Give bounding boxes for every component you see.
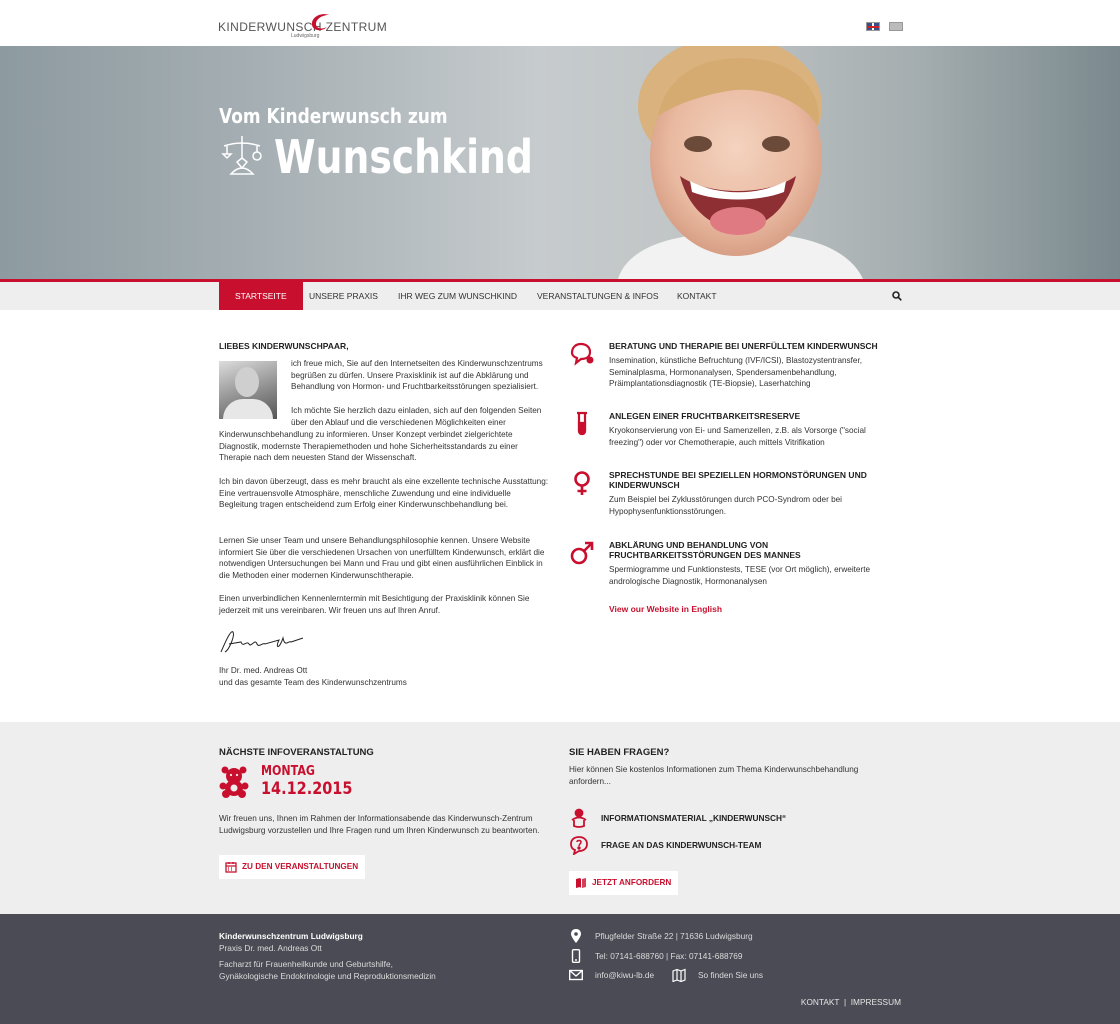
footer-link-impressum[interactable]: IMPRESSUM [851, 997, 901, 1007]
footer-practice-info: Kinderwunschzentrum Ludwigsburg Praxis D… [219, 931, 549, 982]
site-header: KINDERWUNSCH ZENTRUM Ludwigsburg [0, 0, 1120, 46]
questions-text: Hier können Sie kostenlos Informationen … [569, 765, 859, 786]
welcome-paragraph-2a: Ich möchte Sie herzlich dazu einladen, s… [291, 406, 542, 427]
hero-banner: Vom Kinderwunsch zum Wunschkind [0, 46, 1120, 279]
hero-title-small: Vom Kinderwunsch zum [219, 104, 448, 128]
service-text: Spermiogramme und Funktionstests, TESE (… [609, 565, 871, 586]
closing-line-1: Ihr Dr. med. Andreas Ott [219, 666, 308, 675]
welcome-paragraph-4: Lernen Sie unser Team und unsere Behandl… [219, 536, 545, 581]
english-flag-icon[interactable] [866, 22, 880, 31]
welcome-paragraph-2b: Kinderwunschbehandlung zu informieren. U… [219, 430, 518, 463]
questions-heading: SIE HABEN FRAGEN? [569, 747, 670, 758]
events-button[interactable]: ZU DEN VERANSTALTUNGEN [219, 855, 366, 879]
site-footer: Kinderwunschzentrum Ludwigsburg Praxis D… [0, 914, 1120, 1024]
nav-item-kontakt[interactable]: KONTAKT [661, 282, 733, 310]
baby-photo [618, 46, 863, 279]
request-button-label: JETZT ANFORDERN [592, 878, 672, 887]
welcome-paragraph-3: Ich bin davon überzeugt, dass es mehr br… [219, 477, 549, 510]
footer-links: KONTAKT | IMPRESSUM [801, 997, 901, 1007]
footer-directions[interactable]: So finden Sie uns [698, 970, 763, 980]
service-text: Insemination, künstliche Befruchtung (IV… [609, 356, 863, 389]
female-symbol-icon [574, 471, 590, 495]
footer-address: Pflugfelder Straße 22 | 71636 Ludwigsbur… [595, 931, 753, 941]
footer-name: Kinderwunschzentrum Ludwigsburg [219, 931, 363, 941]
question-item-label: INFORMATIONSMATERIAL „KINDERWUNSCH“ [601, 813, 787, 823]
service-text: Zum Beispiel bei Zyklusstörungen durch P… [609, 495, 842, 516]
events-button-label: ZU DEN VERANSTALTUNGEN [242, 862, 359, 871]
info-section [0, 722, 1120, 914]
service-title: SPRECHSTUNDE BEI SPEZIELLEN HORMONSTÖRUN… [609, 470, 867, 490]
question-item-team[interactable]: FRAGE AN DAS KINDERWUNSCH-TEAM [569, 835, 902, 855]
question-item-label: FRAGE AN DAS KINDERWUNSCH-TEAM [601, 840, 762, 850]
doctor-portrait [219, 361, 277, 419]
event-day: MONTAG [261, 764, 315, 779]
welcome-section: LIEBES KINDERWUNSCHPAAR, ich freue mich,… [219, 341, 549, 687]
turkish-flag-icon[interactable] [889, 22, 903, 31]
welcome-paragraph-5: Einen unverbindlichen Kennenlerntermin m… [219, 594, 530, 615]
envelope-icon [569, 969, 583, 981]
site-logo[interactable]: KINDERWUNSCH ZENTRUM Ludwigsburg [218, 12, 388, 40]
service-title: ABKLÄRUNG UND BEHANDLUNG VON FRUCHTBARKE… [609, 540, 801, 560]
question-bubble-icon [570, 836, 588, 855]
nav-item-ihr-weg[interactable]: IHR WEG ZUM WUNSCHKIND [382, 282, 533, 310]
closing-line-2: und das gesamte Team des Kinderwunschzen… [219, 678, 407, 687]
event-heading: NÄCHSTE INFOVERANSTALTUNG [219, 747, 374, 758]
baby-mobile-icon [221, 136, 262, 175]
speech-bubbles-icon [570, 342, 594, 366]
welcome-heading: LIEBES KINDERWUNSCHPAAR, [219, 341, 349, 351]
baby-icon [571, 808, 587, 828]
hero-title-big: Wunschkind [274, 130, 533, 184]
welcome-paragraph-1: ich freue mich, Sie auf den Internetseit… [291, 359, 543, 392]
test-tube-icon [577, 411, 587, 436]
nav-item-veranstaltungen[interactable]: VERANSTALTUNGEN & INFOS [521, 282, 675, 310]
footer-email[interactable]: info@kiwu-lb.de [595, 970, 654, 980]
footer-specialty-2: Gynäkologische Endokrinologie und Reprod… [219, 970, 436, 981]
service-title: BERATUNG UND THERAPIE BEI UNERFÜLLTEM KI… [609, 341, 878, 351]
main-navigation: STARTSEITE UNSERE PRAXIS IHR WEG ZUM WUN… [0, 279, 1120, 310]
book-icon [576, 878, 586, 888]
calendar-icon [225, 862, 237, 873]
mobile-phone-icon [571, 949, 581, 963]
service-title: ANLEGEN EINER FRUCHTBARKEITSRESERVE [609, 411, 801, 421]
service-text: Kryokonservierung von Ei- und Samenzelle… [609, 426, 866, 447]
footer-praxis: Praxis Dr. med. Andreas Ott [219, 942, 322, 953]
teddy-bear-icon [219, 766, 249, 798]
request-button[interactable]: JETZT ANFORDERN [569, 871, 679, 895]
footer-link-kontakt[interactable]: KONTAKT [801, 997, 839, 1007]
footer-specialty-1: Facharzt für Frauenheilkunde und Geburts… [219, 959, 393, 969]
event-date: 14.12.2015 [261, 779, 353, 799]
search-icon[interactable] [892, 291, 902, 301]
logo-subtitle: Ludwigsburg [291, 33, 320, 39]
nav-item-unsere-praxis[interactable]: UNSERE PRAXIS [293, 282, 394, 310]
doctor-signature [220, 631, 304, 653]
footer-link-separator: | [843, 997, 847, 1007]
event-text: Wir freuen uns, Ihnen im Rahmen der Info… [219, 814, 540, 835]
question-item-infomaterial[interactable]: INFORMATIONSMATERIAL „KINDERWUNSCH“ [569, 808, 902, 828]
logo-swoosh-icon [311, 14, 329, 31]
map-icon [672, 968, 686, 982]
map-pin-icon [571, 929, 581, 943]
english-website-link[interactable]: View our Website in English [609, 604, 722, 614]
footer-phone: Tel: 07141-688760 | Fax: 07141-688769 [595, 951, 743, 961]
nav-item-startseite[interactable]: STARTSEITE [219, 282, 303, 310]
male-symbol-icon [570, 541, 594, 565]
logo-text: KINDERWUNSCH ZENTRUM [218, 20, 388, 34]
